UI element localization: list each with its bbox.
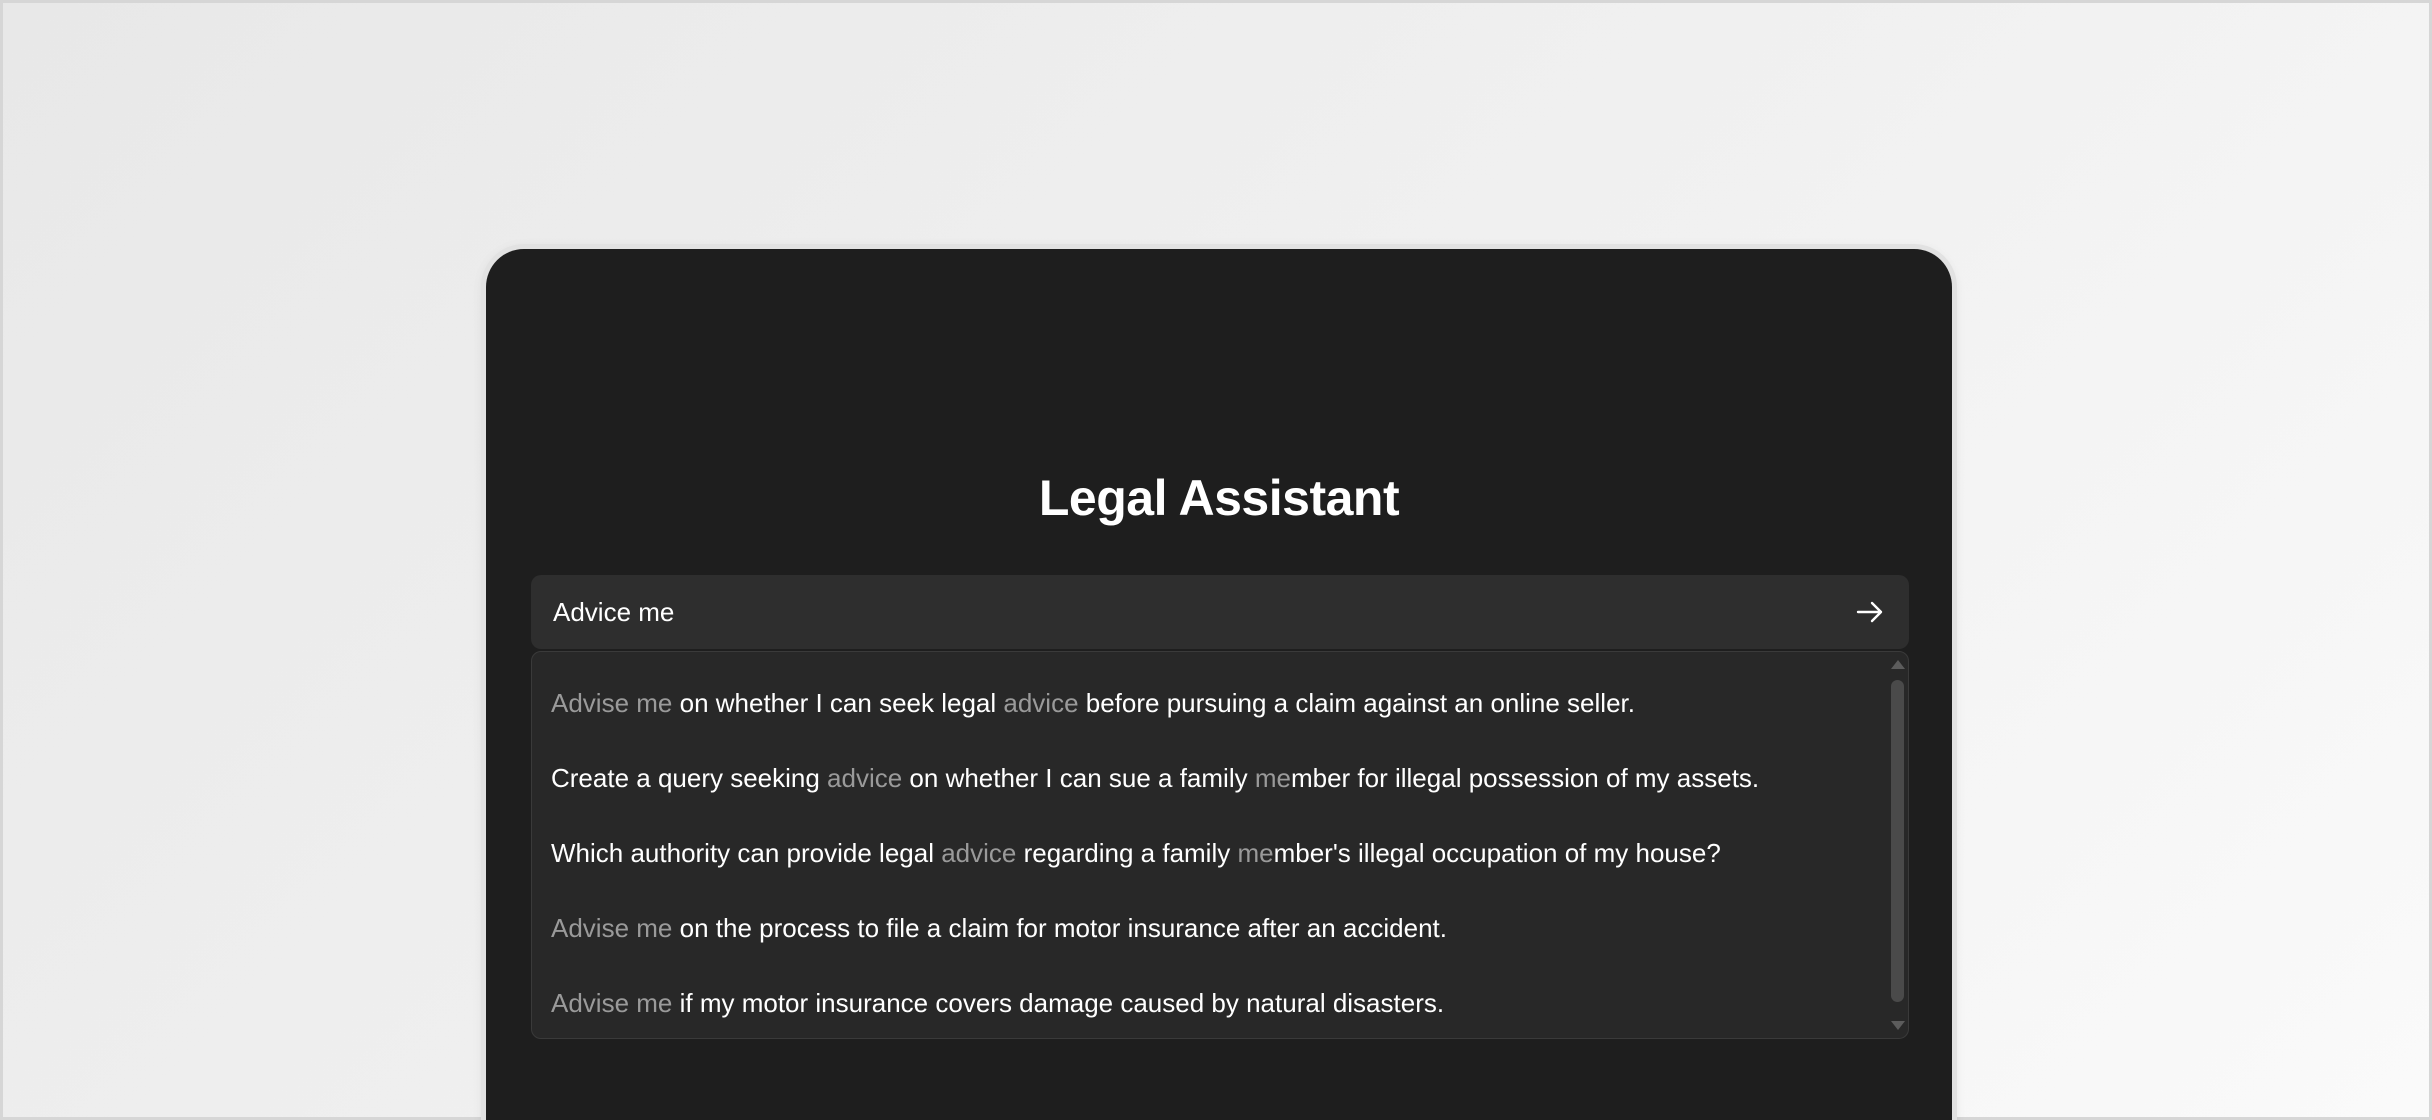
suggestion-text: on whether I can sue a family (902, 763, 1255, 793)
suggestion-list: Advise me on whether I can seek legal ad… (532, 666, 1884, 1038)
suggestion-match-text: Advise me (551, 913, 673, 943)
suggestion-text: on the process to file a claim for motor… (672, 913, 1447, 943)
suggestion-match-text: me (1254, 763, 1291, 793)
page-title: Legal Assistant (1038, 470, 1400, 526)
suggestion-match-text: me (1237, 838, 1274, 868)
suggestion-item[interactable]: Which authority can provide legal advice… (532, 816, 1884, 891)
search-bar (531, 575, 1909, 649)
suggestion-text: regarding a family (1016, 838, 1238, 868)
scroll-down-arrow-icon[interactable] (1891, 1021, 1905, 1030)
submit-button[interactable] (1847, 589, 1893, 635)
suggestion-item[interactable]: Advise me if my motor insurance covers d… (532, 966, 1884, 1038)
scrollbar[interactable] (1886, 652, 1908, 1038)
scroll-up-arrow-icon[interactable] (1891, 660, 1905, 669)
suggestion-match-text: advice (1003, 688, 1079, 718)
suggestion-item[interactable]: Create a query seeking advice on whether… (532, 741, 1884, 816)
suggestion-match-text: advice (941, 838, 1017, 868)
suggestion-match-text: Advise me (551, 988, 673, 1018)
scroll-thumb[interactable] (1891, 680, 1904, 1002)
suggestion-text: Create a query seeking (551, 763, 828, 793)
suggestion-match-text: Advise me (551, 688, 673, 718)
assistant-panel: Legal Assistant Advise me on whether I c… (486, 249, 1952, 1120)
suggestion-text: mber's illegal occupation of my house? (1273, 838, 1721, 868)
suggestion-text: mber for illegal possession of my assets… (1290, 763, 1760, 793)
suggestion-text: on whether I can seek legal (672, 688, 1004, 718)
suggestion-item[interactable]: Advise me on the process to file a claim… (532, 891, 1884, 966)
search-input[interactable] (553, 596, 1847, 628)
suggestion-item[interactable]: Advise me on whether I can seek legal ad… (532, 666, 1884, 741)
suggestion-text: Which authority can provide legal (551, 838, 942, 868)
suggestion-dropdown: Advise me on whether I can seek legal ad… (531, 651, 1909, 1039)
suggestion-match-text: advice (827, 763, 903, 793)
arrow-right-icon (1856, 601, 1883, 623)
suggestion-text: before pursuing a claim against an onlin… (1078, 688, 1635, 718)
suggestion-text: if my motor insurance covers damage caus… (672, 988, 1445, 1018)
